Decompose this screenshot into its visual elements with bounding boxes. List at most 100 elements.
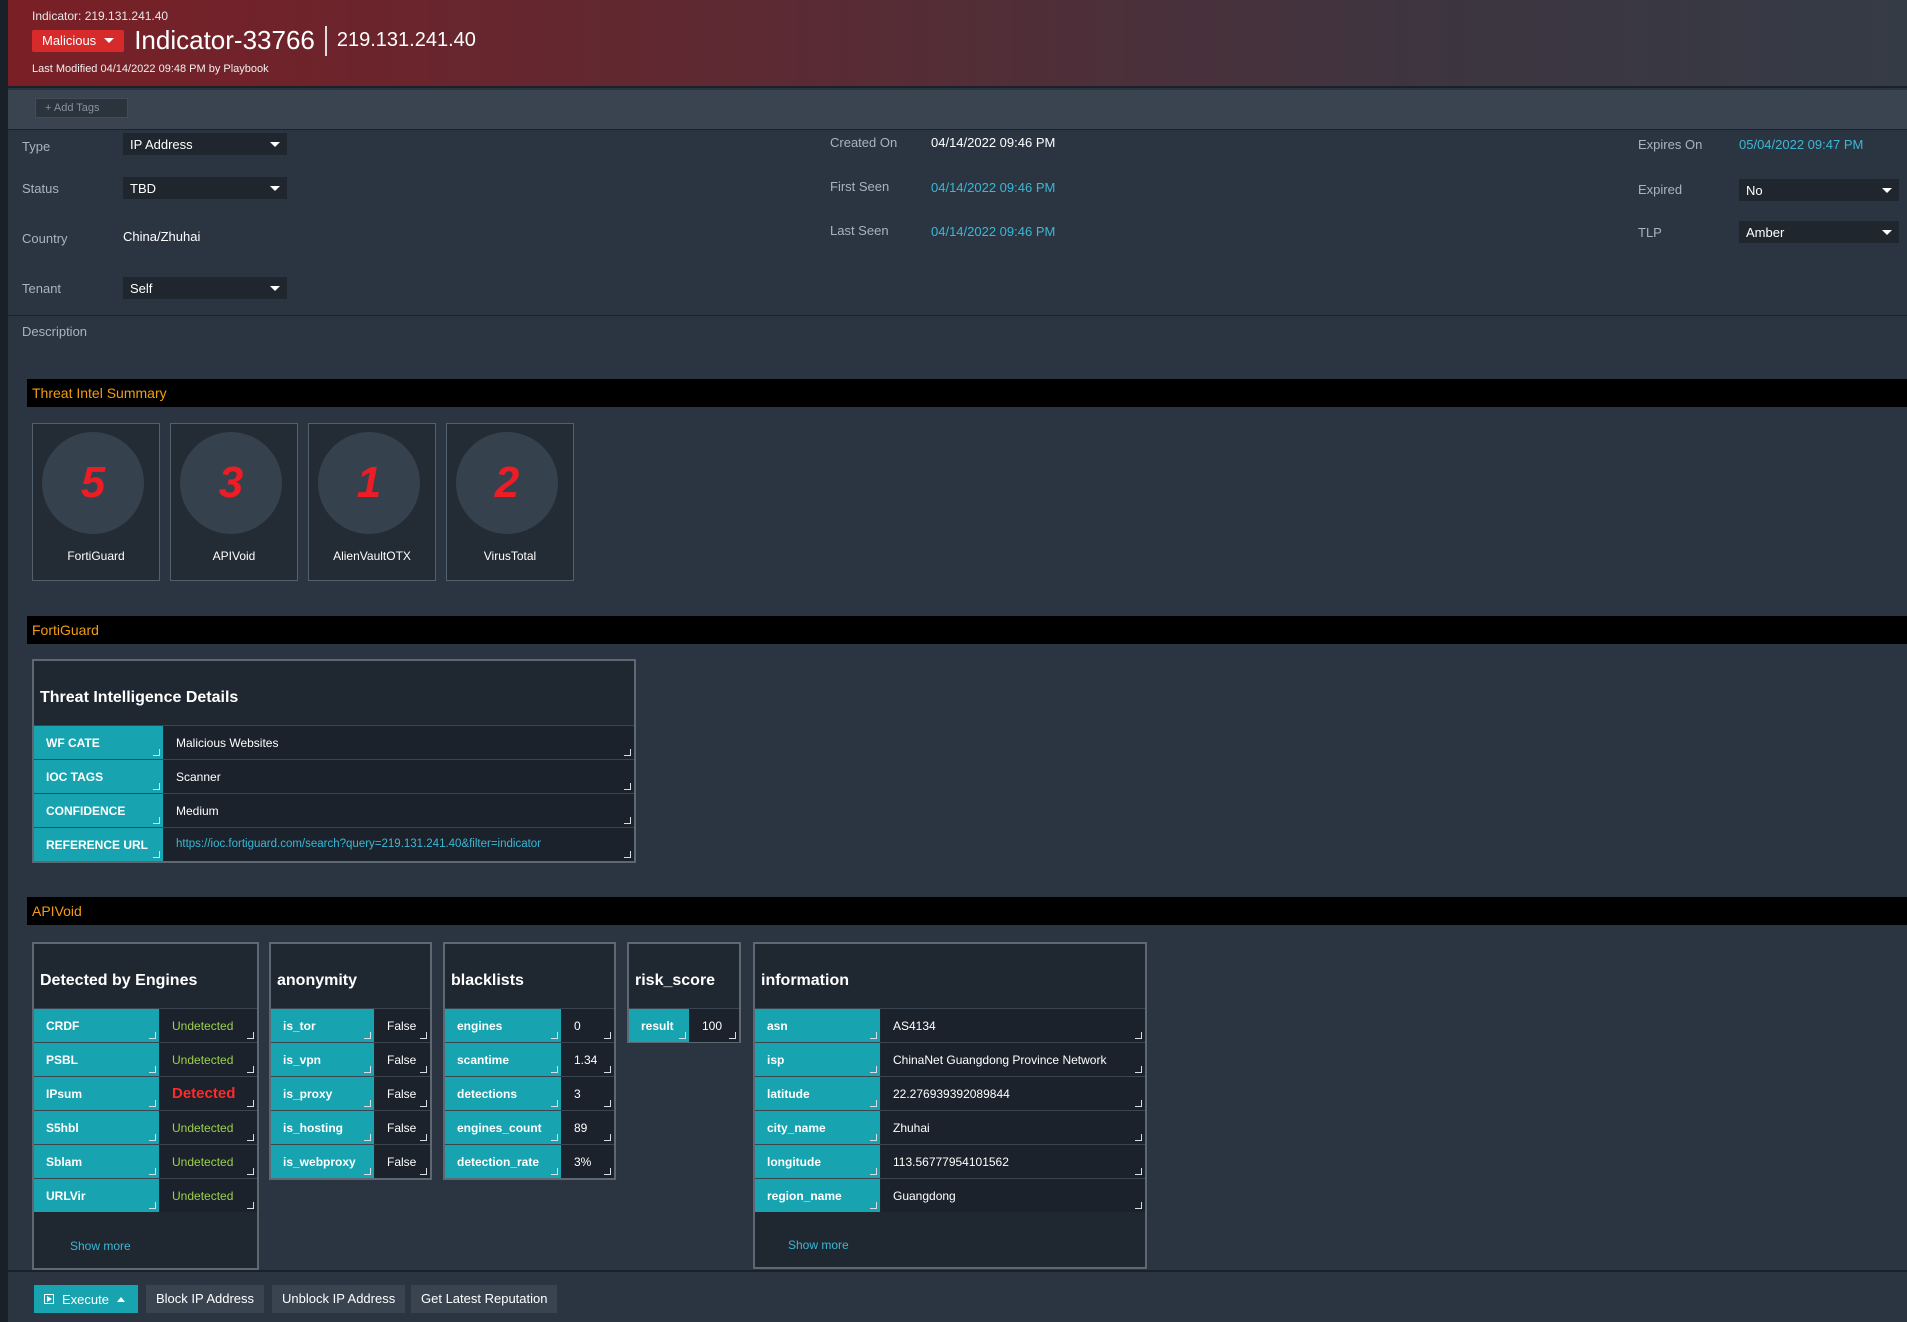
reputation-label: Malicious [42, 33, 97, 48]
apivoid-header: APIVoid [27, 897, 1907, 925]
section-title: APIVoid [32, 903, 82, 919]
table-row: latitude 22.276939392089844 [755, 1076, 1145, 1110]
fortiguard-header: FortiGuard [27, 616, 1907, 644]
row-key: S5hbl [34, 1111, 160, 1144]
row-value: Detected [160, 1077, 257, 1110]
section-title: FortiGuard [32, 622, 99, 638]
row-key: city_name [755, 1111, 881, 1144]
row-value: False [375, 1009, 430, 1042]
row-key: PSBL [34, 1043, 160, 1076]
table-title: blacklists [451, 972, 524, 989]
row-key: engines [445, 1009, 562, 1042]
row-value: Undetected [160, 1009, 257, 1042]
chevron-down-icon [270, 285, 280, 291]
table-row: URLVir Undetected [34, 1178, 257, 1212]
row-key: is_proxy [271, 1077, 375, 1110]
count-circle: 3 [180, 432, 282, 534]
row-value: 0 [562, 1009, 614, 1042]
first-seen-value[interactable]: 04/14/2022 09:46 PM [931, 180, 1055, 195]
show-more-link[interactable]: Show more [788, 1238, 849, 1252]
row-key: scantime [445, 1043, 562, 1076]
count-circle: 2 [456, 432, 558, 534]
chevron-up-icon [116, 1296, 125, 1302]
table-row: longitude 113.56777954101562 [755, 1144, 1145, 1178]
execute-button[interactable]: Execute [34, 1285, 138, 1313]
type-value: IP Address [130, 136, 193, 152]
count-value: 2 [494, 458, 520, 507]
get-latest-reputation-button[interactable]: Get Latest Reputation [411, 1285, 558, 1313]
unblock-ip-button[interactable]: Unblock IP Address [272, 1285, 406, 1313]
row-key: isp [755, 1043, 881, 1076]
table-title: risk_score [635, 972, 716, 989]
reputation-dropdown[interactable]: Malicious [32, 29, 125, 52]
expired-label: Expired [1638, 182, 1683, 197]
row-key: result [629, 1009, 690, 1042]
row-value: Undetected [160, 1111, 257, 1144]
chevron-down-icon [1882, 187, 1892, 193]
count-circle: 5 [42, 432, 144, 534]
row-key: latitude [755, 1077, 881, 1110]
row-value: 22.276939392089844 [881, 1077, 1145, 1110]
page-title: Indicator-33766 [134, 25, 315, 55]
row-value: 3% [562, 1145, 614, 1178]
expired-select[interactable]: No [1739, 179, 1899, 201]
row-value: 89 [562, 1111, 614, 1144]
indicator-fields: Type IP Address Status TBD Country China… [8, 131, 1907, 316]
table-row: detections 3 [445, 1076, 614, 1110]
description-label: Description [22, 324, 88, 339]
row-key: is_vpn [271, 1043, 375, 1076]
row-key: URLVir [34, 1179, 160, 1212]
row-key: engines_count [445, 1111, 562, 1144]
table-row: result 100 [629, 1008, 739, 1042]
expires-on-value[interactable]: 05/04/2022 09:47 PM [1739, 137, 1863, 152]
description-field[interactable] [14, 342, 1907, 343]
row-value: Guangdong [881, 1179, 1145, 1212]
add-tags-button[interactable]: + Add Tags [35, 98, 128, 118]
row-key: CRDF [34, 1009, 160, 1042]
table-title: information [761, 972, 849, 989]
count-circle: 1 [318, 432, 420, 534]
table-row: asn AS4134 [755, 1008, 1145, 1042]
action-bar: Execute Block IP Address Unblock IP Addr… [8, 1270, 1907, 1322]
chevron-down-icon [270, 141, 280, 147]
created-on-value: 04/14/2022 09:46 PM [931, 135, 1056, 150]
tenant-select[interactable]: Self [123, 277, 287, 299]
anonymity-table: anonymity is_tor False is_vpn False is_p… [269, 942, 432, 1180]
table-row: city_name Zhuhai [755, 1110, 1145, 1144]
count-value: 1 [356, 458, 382, 507]
row-value: Malicious Websites [164, 726, 634, 759]
type-select[interactable]: IP Address [123, 133, 287, 155]
tlp-value: Amber [1746, 224, 1785, 240]
row-key: Sblam [34, 1145, 160, 1178]
expired-value: No [1746, 182, 1763, 198]
status-select[interactable]: TBD [123, 177, 287, 199]
tags-bar: + Add Tags [8, 90, 1907, 130]
tlp-select[interactable]: Amber [1739, 221, 1899, 243]
expires-on-label: Expires On [1638, 137, 1703, 152]
row-value: ChinaNet Guangdong Province Network [881, 1043, 1145, 1076]
row-value: Undetected [160, 1043, 257, 1076]
table-row: PSBL Undetected [34, 1042, 257, 1076]
country-label: Country [22, 231, 68, 246]
table-row: IPsum Detected [34, 1076, 257, 1110]
table-row: WF CATE Malicious Websites [34, 725, 634, 759]
table-row: CONFIDENCE Medium [34, 793, 634, 827]
table-row: isp ChinaNet Guangdong Province Network [755, 1042, 1145, 1076]
block-ip-button[interactable]: Block IP Address [146, 1285, 265, 1313]
row-value: Undetected [160, 1179, 257, 1212]
table-row: engines_count 89 [445, 1110, 614, 1144]
show-more-link[interactable]: Show more [70, 1239, 131, 1253]
first-seen-label: First Seen [830, 179, 890, 194]
last-seen-value[interactable]: 04/14/2022 09:46 PM [931, 224, 1055, 239]
reference-url-link[interactable]: https://ioc.fortiguard.com/search?query=… [164, 828, 634, 861]
row-value: Undetected [160, 1145, 257, 1178]
row-key: is_hosting [271, 1111, 375, 1144]
risk-score-table: risk_score result 100 [627, 942, 741, 1043]
summary-card-virustotal: 2 VirusTotal [446, 423, 574, 581]
country-value: China/Zhuhai [123, 229, 201, 244]
execute-icon [44, 1294, 54, 1304]
source-label: AlienVaultOTX [333, 549, 411, 563]
row-value: Scanner [164, 760, 634, 793]
row-value: 100 [690, 1009, 739, 1042]
source-label: FortiGuard [67, 549, 125, 563]
